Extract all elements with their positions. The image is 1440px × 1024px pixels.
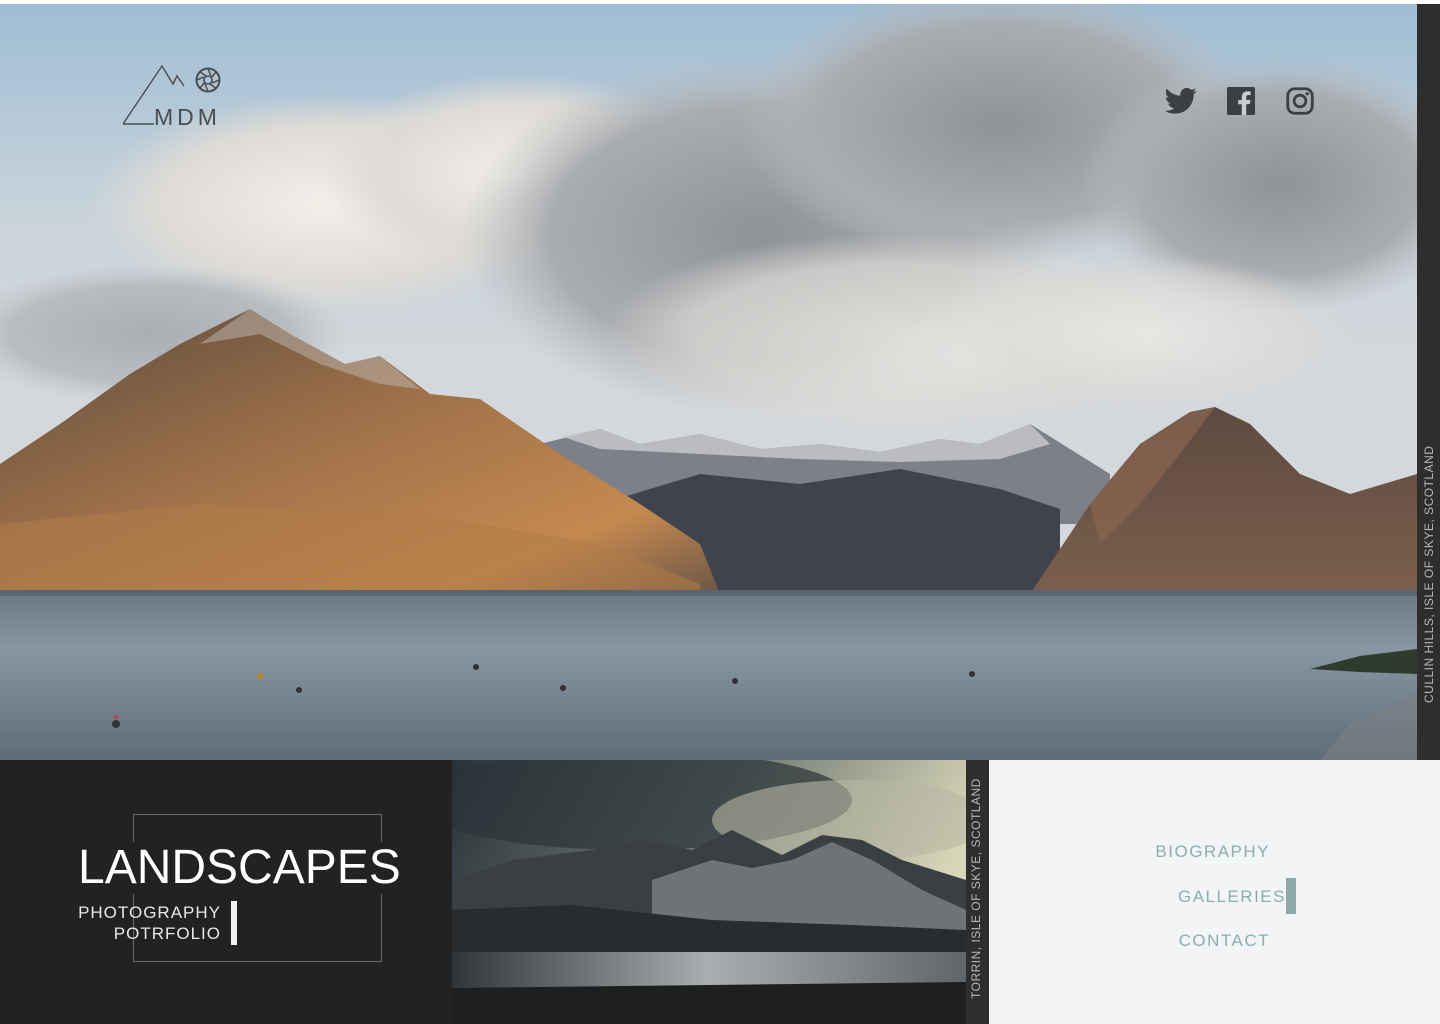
nav-item-biography[interactable]: BIOGRAPHY (1155, 842, 1270, 862)
instagram-icon[interactable] (1283, 84, 1317, 118)
nav-item-contact[interactable]: CONTACT (1179, 931, 1270, 951)
camera-aperture-icon (195, 67, 221, 93)
title-panel: LANDSCAPES PHOTOGRAPHY POTRFOLIO (0, 760, 452, 1024)
nav-active-indicator (1286, 878, 1296, 914)
hero-image: MDM (0, 4, 1417, 760)
facebook-icon[interactable] (1224, 84, 1258, 118)
title-accent-bar (231, 901, 237, 945)
nav-item-galleries[interactable]: GALLERIES (1178, 887, 1286, 907)
twitter-icon[interactable] (1164, 84, 1198, 118)
main-nav: BIOGRAPHY GALLERIES CONTACT (989, 760, 1440, 1024)
secondary-photo-caption: TORRIN, ISLE OF SKYE, SCOTLAND (969, 778, 983, 999)
page-title: LANDSCAPES (78, 842, 405, 894)
hero-caption: CULLIN HILLS, ISLE OF SKYE, SCOTLAND (1422, 445, 1436, 703)
page-subtitle-line1: PHOTOGRAPHY (78, 903, 221, 922)
secondary-photo[interactable] (452, 760, 966, 1024)
page-subtitle-line2: POTRFOLIO (113, 924, 221, 943)
logo-text[interactable]: MDM (154, 104, 221, 131)
secondary-landscape (452, 760, 966, 1024)
